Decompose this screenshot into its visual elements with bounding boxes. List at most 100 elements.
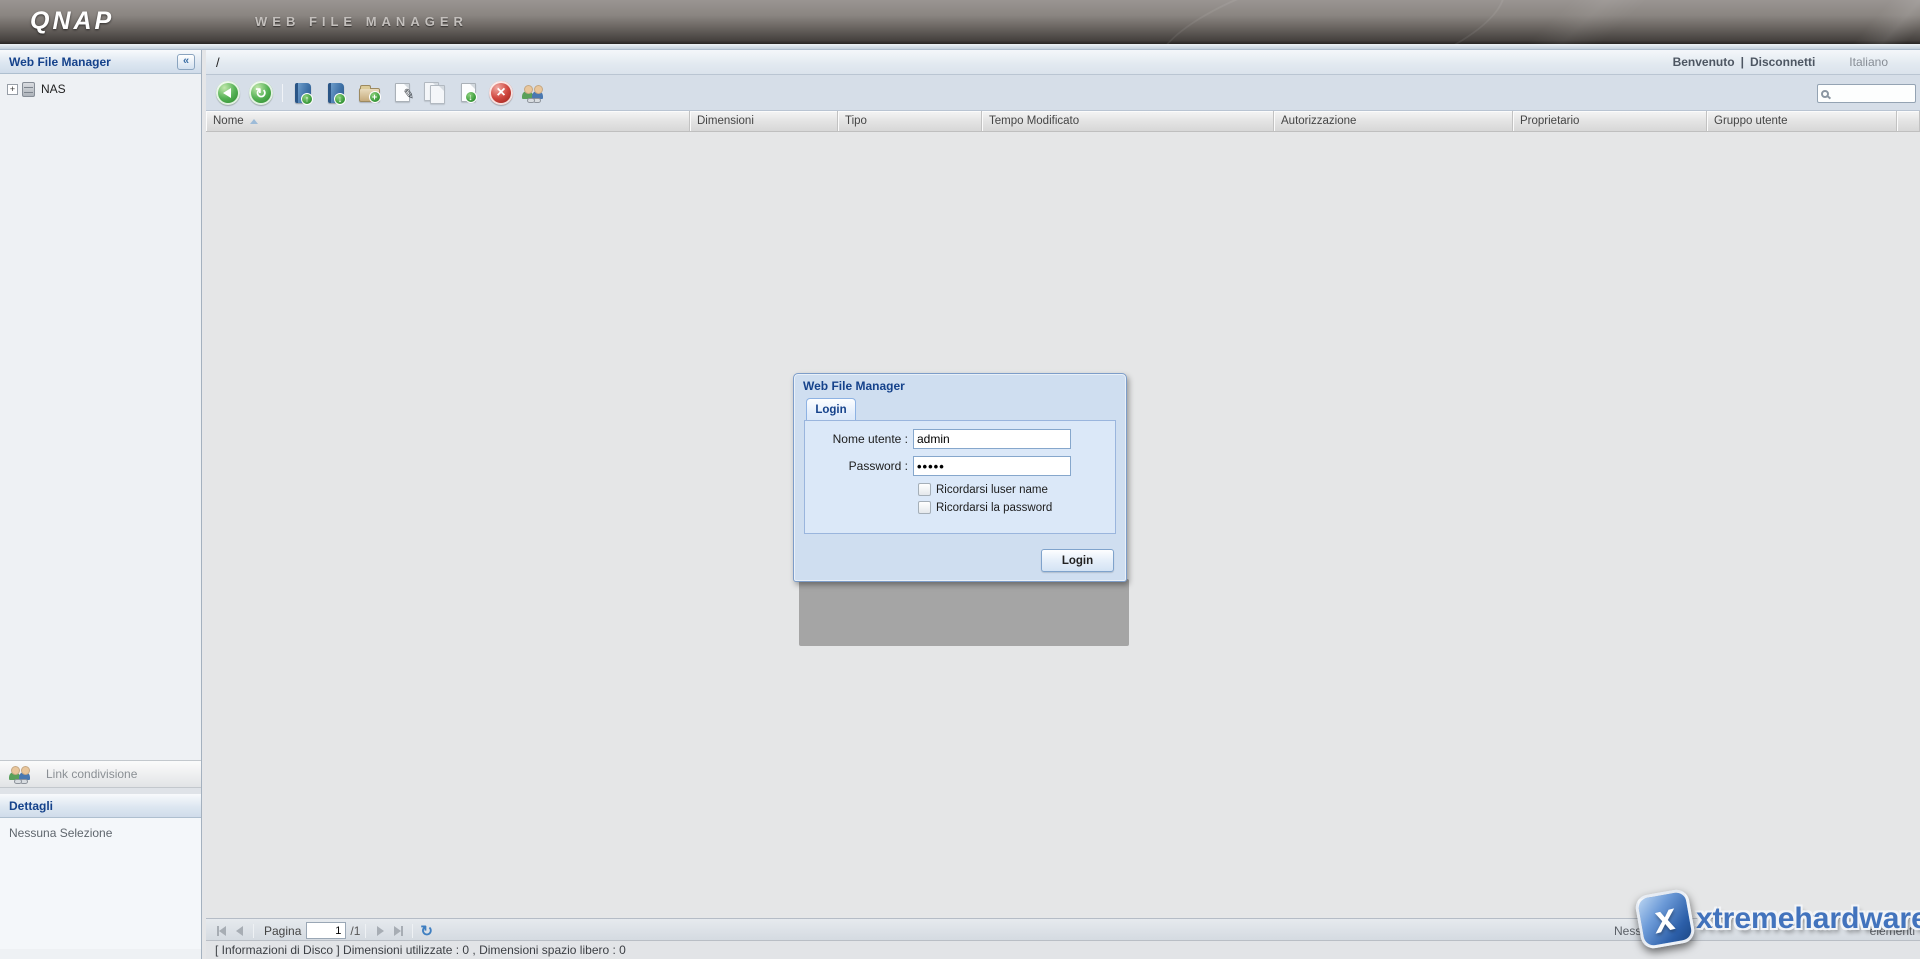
disk-status-bar: [ Informazioni di Disco ] Dimensioni uti… bbox=[206, 940, 1920, 959]
last-page-icon bbox=[394, 926, 401, 936]
share-link-button[interactable]: Link condivisione bbox=[0, 760, 201, 788]
username-label: Nome utente : bbox=[805, 432, 913, 446]
next-page-button[interactable] bbox=[371, 922, 389, 940]
column-header-tipo[interactable]: Tipo bbox=[838, 111, 982, 131]
tree-item-label[interactable]: NAS bbox=[41, 82, 66, 96]
rename-icon: ✎ bbox=[395, 83, 410, 102]
folder-tree: + NAS bbox=[0, 74, 201, 760]
details-empty-text: Nessuna Selezione bbox=[9, 826, 112, 840]
nas-server-icon bbox=[22, 82, 35, 97]
page-label: Pagina bbox=[264, 924, 301, 938]
download-button[interactable]: ↓ bbox=[322, 79, 350, 107]
share-people-icon bbox=[8, 764, 34, 784]
breadcrumb-path: / bbox=[216, 55, 1673, 70]
welcome-text: Benvenuto bbox=[1673, 55, 1735, 69]
sort-asc-icon bbox=[250, 119, 258, 124]
disk-status-text: [ Informazioni di Disco ] Dimensioni uti… bbox=[215, 943, 626, 957]
qnap-logo: QNAP bbox=[30, 7, 114, 36]
page-number-input[interactable] bbox=[306, 922, 346, 939]
dialog-title: Web File Manager bbox=[794, 374, 1126, 397]
search-box bbox=[1817, 84, 1916, 103]
login-button[interactable]: Login bbox=[1041, 549, 1114, 572]
paging-refresh-icon[interactable]: ↻ bbox=[420, 922, 433, 940]
upload-button[interactable]: ↑ bbox=[289, 79, 317, 107]
column-header-nome[interactable]: Nome bbox=[206, 111, 690, 131]
new-folder-button[interactable]: + bbox=[355, 79, 383, 107]
tree-item-nas[interactable]: + NAS bbox=[4, 80, 197, 98]
new-folder-icon: + bbox=[359, 88, 380, 102]
first-page-button[interactable] bbox=[212, 922, 230, 940]
breadcrumb-bar: / Benvenuto | Disconnetti Italiano bbox=[206, 50, 1920, 75]
sidebar: Web File Manager « + NAS Link condivisio… bbox=[0, 50, 202, 959]
tree-expander-icon[interactable]: + bbox=[7, 84, 18, 95]
column-header-tempo-modificato[interactable]: Tempo Modificato bbox=[982, 111, 1274, 131]
copy-icon bbox=[424, 82, 446, 104]
column-header-autorizzazione[interactable]: Autorizzazione bbox=[1274, 111, 1513, 131]
paging-toolbar: Pagina /1 ↻ Nessun elementi bbox=[206, 918, 1920, 942]
header-gloss-streak bbox=[1394, 0, 1746, 44]
column-header-gruppo-utente[interactable]: Gruppo utente bbox=[1707, 111, 1897, 131]
column-header-dimensioni[interactable]: Dimensioni bbox=[690, 111, 838, 131]
refresh-button[interactable]: ↻ bbox=[247, 79, 275, 107]
rename-button[interactable]: ✎ bbox=[388, 79, 416, 107]
back-icon bbox=[216, 81, 240, 105]
sidebar-title: Web File Manager bbox=[9, 55, 177, 69]
login-dialog: Web File Manager Login Nome utente : Pas… bbox=[793, 373, 1127, 582]
column-header-proprietario[interactable]: Proprietario bbox=[1513, 111, 1707, 131]
password-label: Password : bbox=[805, 459, 913, 473]
copy-button[interactable] bbox=[421, 79, 449, 107]
back-button[interactable] bbox=[214, 79, 242, 107]
delete-button[interactable]: × bbox=[487, 79, 515, 107]
download-icon: ↓ bbox=[328, 83, 344, 103]
last-page-button[interactable] bbox=[389, 922, 407, 940]
next-page-icon bbox=[377, 926, 384, 936]
remember-password-label: Ricordarsi la password bbox=[936, 502, 1052, 514]
prev-page-icon bbox=[236, 926, 243, 936]
remember-username-option[interactable]: Ricordarsi luser name bbox=[918, 483, 1048, 496]
upload-icon: ↑ bbox=[295, 83, 311, 103]
grid-header: Nome Dimensioni Tipo Tempo Modificato Au… bbox=[206, 111, 1920, 132]
share-link-toolbar-button[interactable] bbox=[520, 79, 548, 107]
language-selector[interactable]: Italiano bbox=[1849, 55, 1888, 69]
logout-link[interactable]: Disconnetti bbox=[1750, 55, 1815, 69]
toolbar: ↻ ↑ ↓ + ✎ ↓ × bbox=[206, 75, 1920, 111]
search-input[interactable] bbox=[1832, 88, 1912, 100]
tab-login[interactable]: Login bbox=[806, 398, 856, 421]
password-field[interactable] bbox=[913, 456, 1071, 476]
refresh-icon: ↻ bbox=[249, 81, 273, 105]
move-button[interactable]: ↓ bbox=[454, 79, 482, 107]
details-title: Dettagli bbox=[9, 799, 195, 813]
column-header-filler bbox=[1897, 111, 1920, 131]
page-total-label: /1 bbox=[350, 924, 360, 938]
first-page-icon bbox=[219, 926, 226, 936]
app-title: Web File Manager bbox=[255, 14, 468, 29]
remember-password-checkbox[interactable] bbox=[918, 501, 931, 514]
app-header: QNAP Web File Manager bbox=[0, 0, 1920, 44]
remember-username-label: Ricordarsi luser name bbox=[936, 484, 1048, 496]
share-link-icon bbox=[521, 83, 547, 103]
delete-icon: × bbox=[489, 81, 513, 105]
share-link-label: Link condivisione bbox=[46, 767, 137, 781]
toolbar-separator bbox=[282, 84, 283, 102]
login-form: Nome utente : Password : Ricordarsi luse… bbox=[804, 420, 1116, 534]
header-gloss-streak-2 bbox=[1812, 0, 1920, 44]
details-panel-body: Nessuna Selezione bbox=[0, 818, 201, 949]
remember-username-checkbox[interactable] bbox=[918, 483, 931, 496]
links-divider: | bbox=[1741, 55, 1744, 69]
paging-separator bbox=[253, 924, 254, 938]
dialog-shadow bbox=[799, 579, 1129, 646]
paging-separator-3 bbox=[412, 924, 413, 938]
paging-status-fragment-right: elementi bbox=[1870, 924, 1915, 938]
username-field[interactable] bbox=[913, 429, 1071, 449]
sidebar-collapse-button[interactable]: « bbox=[177, 54, 195, 70]
paging-separator-2 bbox=[365, 924, 366, 938]
prev-page-button[interactable] bbox=[230, 922, 248, 940]
details-panel-header[interactable]: Dettagli bbox=[0, 794, 201, 818]
sidebar-header: Web File Manager « bbox=[0, 50, 201, 74]
dialog-tabstrip: Login bbox=[804, 397, 1116, 420]
paging-status-fragment-left: Nessun bbox=[1614, 924, 1655, 938]
remember-password-option[interactable]: Ricordarsi la password bbox=[918, 501, 1052, 514]
search-icon bbox=[1821, 90, 1829, 98]
move-icon: ↓ bbox=[461, 83, 476, 102]
user-links: Benvenuto | Disconnetti bbox=[1673, 55, 1816, 69]
